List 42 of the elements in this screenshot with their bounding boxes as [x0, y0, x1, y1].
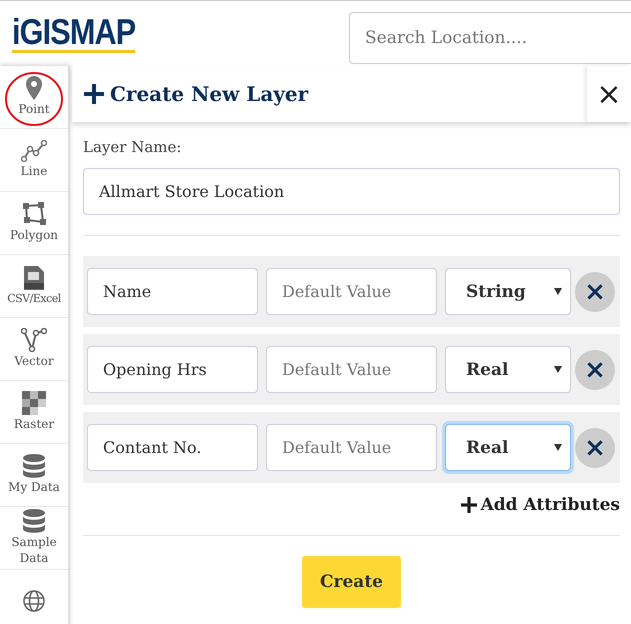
default-value-field[interactable]: Default Value [266, 346, 437, 393]
caret-icon [554, 366, 562, 373]
caret-icon [554, 288, 562, 295]
default-value-field[interactable]: Default Value [266, 268, 437, 315]
database-icon [23, 509, 45, 534]
spreadsheet-file-icon [24, 266, 44, 290]
layer-name-label: Layer Name: [83, 138, 182, 156]
polyline-icon [21, 140, 47, 162]
map-pin-icon [26, 76, 42, 100]
remove-button[interactable]: × [575, 428, 615, 468]
create-button[interactable]: Create [302, 556, 401, 608]
vector-icon [21, 328, 47, 352]
globe-icon [22, 589, 46, 613]
logo[interactable]: iGISMAP [12, 14, 136, 53]
sidebar-item[interactable]: Polygon [0, 192, 68, 255]
raster-grid-icon [22, 391, 46, 416]
plus-icon [84, 84, 104, 104]
attribute-name-field[interactable]: Opening Hrs [87, 346, 258, 393]
type-dropdown[interactable]: Real [445, 346, 571, 393]
sidebar-item[interactable]: Line [0, 129, 68, 192]
search-field[interactable]: Search Location.... [349, 12, 631, 64]
panel-title: Create New Layer [110, 82, 308, 106]
add-attributes-button[interactable]: Add Attributes [460, 495, 620, 515]
attribute-name-field[interactable]: Contant No. [87, 424, 258, 471]
sidebar-item[interactable]: CSV/Excel [0, 255, 68, 318]
remove-button[interactable]: × [575, 272, 615, 312]
sidebar-item[interactable]: Vector [0, 318, 68, 381]
caret-icon [554, 444, 562, 451]
polygon-icon [22, 202, 46, 226]
layer-name-field[interactable]: Allmart Store Location [83, 168, 620, 215]
type-dropdown[interactable]: String [445, 268, 571, 315]
database-icon [23, 454, 45, 478]
type-dropdown[interactable]: Real [445, 424, 571, 471]
attribute-name-field[interactable]: Name [87, 268, 258, 315]
plus-icon [460, 497, 477, 513]
remove-button[interactable]: × [575, 350, 615, 390]
highlight-circle [3, 70, 65, 128]
sidebar-item[interactable]: My Data [0, 444, 68, 507]
default-value-field[interactable]: Default Value [266, 424, 437, 471]
sidebar-item[interactable]: Sample Data [0, 507, 68, 570]
sidebar-item[interactable]: Raster [0, 381, 68, 444]
sidebar-item[interactable]: Point [0, 66, 68, 129]
